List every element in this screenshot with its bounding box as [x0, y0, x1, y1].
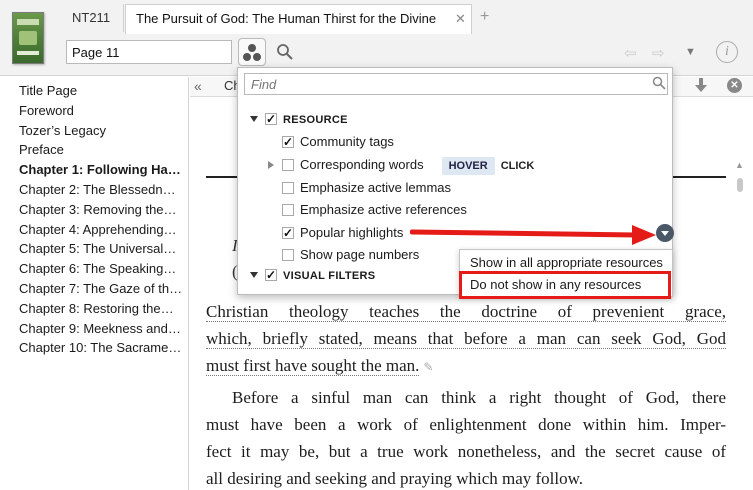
- info-icon[interactable]: i: [716, 41, 738, 63]
- table-of-contents-sidebar: Title Page Foreword Tozer’s Legacy Preface C…: [0, 77, 189, 490]
- toc-item[interactable]: Title Page: [19, 81, 182, 101]
- checkbox[interactable]: [282, 249, 294, 261]
- expand-triangle-icon[interactable]: [250, 272, 258, 278]
- visual-filters-group-header[interactable]: VISUAL FILTERS: [250, 264, 375, 286]
- back-arrow-icon[interactable]: ⇦: [624, 44, 637, 62]
- visual-filters-button[interactable]: [238, 38, 266, 66]
- toc-item[interactable]: Chapter 5: The Universal…: [19, 239, 182, 259]
- checkbox[interactable]: [282, 159, 294, 171]
- filter-item-community-tags[interactable]: Community tags: [282, 131, 394, 153]
- page-reference-input[interactable]: [66, 40, 232, 64]
- pencil-icon[interactable]: ✎: [423, 354, 433, 381]
- download-arrow-icon[interactable]: [694, 76, 708, 94]
- paragraph-line: must first have sought the man. ✎: [206, 352, 726, 381]
- annotation-highlight-box: [459, 271, 671, 299]
- filter-item-emphasize-lemmas[interactable]: Emphasize active lemmas: [282, 177, 451, 199]
- paragraph-line: Christian theology teaches the doctrine …: [206, 298, 726, 325]
- highlight-span: Christian theology teaches the doctrine …: [206, 302, 726, 322]
- click-toggle-label[interactable]: CLICK: [501, 155, 535, 177]
- checkbox[interactable]: [282, 222, 294, 244]
- cover-title-band: [17, 19, 39, 25]
- filter-item-label: Emphasize active references: [300, 202, 467, 217]
- tab-pursuit-of-god[interactable]: The Pursuit of God: The Human Thirst for…: [125, 4, 472, 34]
- checkbox[interactable]: [282, 182, 294, 194]
- filter-item-label: Popular highlights: [300, 225, 404, 240]
- filter-item-label: Corresponding words: [300, 157, 424, 172]
- hover-toggle-chip[interactable]: HOVER: [441, 157, 495, 175]
- filter-dot-icon: [243, 53, 251, 61]
- body-paragraph: Before a sinful man can think a right th…: [206, 384, 726, 490]
- scrollbar-thumb[interactable]: [737, 178, 743, 192]
- expand-triangle-icon[interactable]: [250, 116, 258, 122]
- filter-dot-icon: [248, 44, 256, 52]
- filter-item-show-page-numbers[interactable]: Show page numbers: [282, 244, 419, 266]
- add-tab-icon[interactable]: +: [480, 8, 489, 26]
- filter-item-label: Emphasize active lemmas: [300, 180, 451, 195]
- history-dropdown-icon[interactable]: ▼: [685, 46, 696, 58]
- collapse-sidebar-icon[interactable]: «: [194, 78, 202, 94]
- paragraph-line: must have been a work of enlightenment d…: [206, 415, 726, 434]
- resource-checkbox[interactable]: [265, 108, 277, 130]
- search-icon: [652, 76, 666, 90]
- toc-item[interactable]: Foreword: [19, 101, 182, 121]
- tab-close-icon[interactable]: ✕: [455, 11, 466, 27]
- resource-header-label: RESOURCE: [283, 114, 348, 126]
- scroll-up-icon[interactable]: ▲: [735, 160, 744, 170]
- filter-item-corresponding-words[interactable]: Corresponding words HOVER CLICK: [268, 154, 534, 176]
- toc-item[interactable]: Chapter 2: The Blessedn…: [19, 180, 182, 200]
- visual-filters-checkbox[interactable]: [265, 264, 277, 286]
- filter-item-label: Show page numbers: [300, 247, 420, 262]
- highlighted-paragraph[interactable]: Christian theology teaches the doctrine …: [206, 298, 726, 381]
- toc-item[interactable]: Chapter 8: Restoring the…: [19, 299, 182, 319]
- resource-group-header[interactable]: RESOURCE: [250, 108, 348, 130]
- cover-author-band: [17, 51, 39, 55]
- expand-triangle-icon[interactable]: [268, 161, 274, 169]
- annotation-arrow-icon: [410, 225, 656, 245]
- paragraph-line: Before a sinful man can think a right th…: [232, 388, 726, 407]
- filter-item-popular-highlights[interactable]: Popular highlights: [282, 222, 403, 244]
- filter-item-emphasize-references[interactable]: Emphasize active references: [282, 199, 467, 221]
- paragraph-line: all desiring and seeking and praying whi…: [206, 469, 584, 488]
- toc-list: Title Page Foreword Tozer’s Legacy Preface C…: [19, 81, 182, 358]
- toc-item[interactable]: Chapter 1: Following Ha…: [19, 160, 182, 180]
- toc-item[interactable]: Chapter 7: The Gaze of th…: [19, 279, 182, 299]
- toc-item[interactable]: Tozer’s Legacy: [19, 121, 182, 141]
- checkbox[interactable]: [282, 131, 294, 153]
- toc-item[interactable]: Preface: [19, 140, 182, 160]
- paragraph-line: which, briefly stated, means that before…: [206, 325, 726, 352]
- toc-item[interactable]: Chapter 4: Apprehending…: [19, 220, 182, 240]
- forward-arrow-icon[interactable]: ⇨: [652, 44, 665, 62]
- toc-item[interactable]: Chapter 3: Removing the…: [19, 200, 182, 220]
- toc-item[interactable]: Chapter 10: The Sacrame…: [19, 338, 182, 358]
- filter-dot-icon: [253, 53, 261, 61]
- search-icon[interactable]: [276, 43, 294, 61]
- book-cover-thumbnail[interactable]: [12, 12, 44, 64]
- toc-item[interactable]: Chapter 9: Meekness and…: [19, 319, 182, 339]
- tab-nt211[interactable]: NT211: [60, 4, 124, 32]
- paragraph-line: fect it may be, but a true work nonethel…: [206, 442, 726, 461]
- cover-art: [19, 31, 37, 45]
- checkbox[interactable]: [282, 204, 294, 216]
- close-panel-icon[interactable]: ✕: [727, 78, 742, 93]
- top-bar: NT211 The Pursuit of God: The Human Thir…: [0, 0, 753, 76]
- toc-item[interactable]: Chapter 6: The Speaking…: [19, 259, 182, 279]
- visual-filters-header-label: VISUAL FILTERS: [283, 270, 376, 282]
- highlight-span: must first have sought the man.: [206, 356, 420, 376]
- filter-item-label: Community tags: [300, 134, 394, 149]
- find-input[interactable]: [244, 73, 668, 95]
- highlight-span: which, briefly stated, means that before…: [206, 329, 726, 349]
- menu-item-show-in-all[interactable]: Show in all appropriate resources: [470, 255, 663, 270]
